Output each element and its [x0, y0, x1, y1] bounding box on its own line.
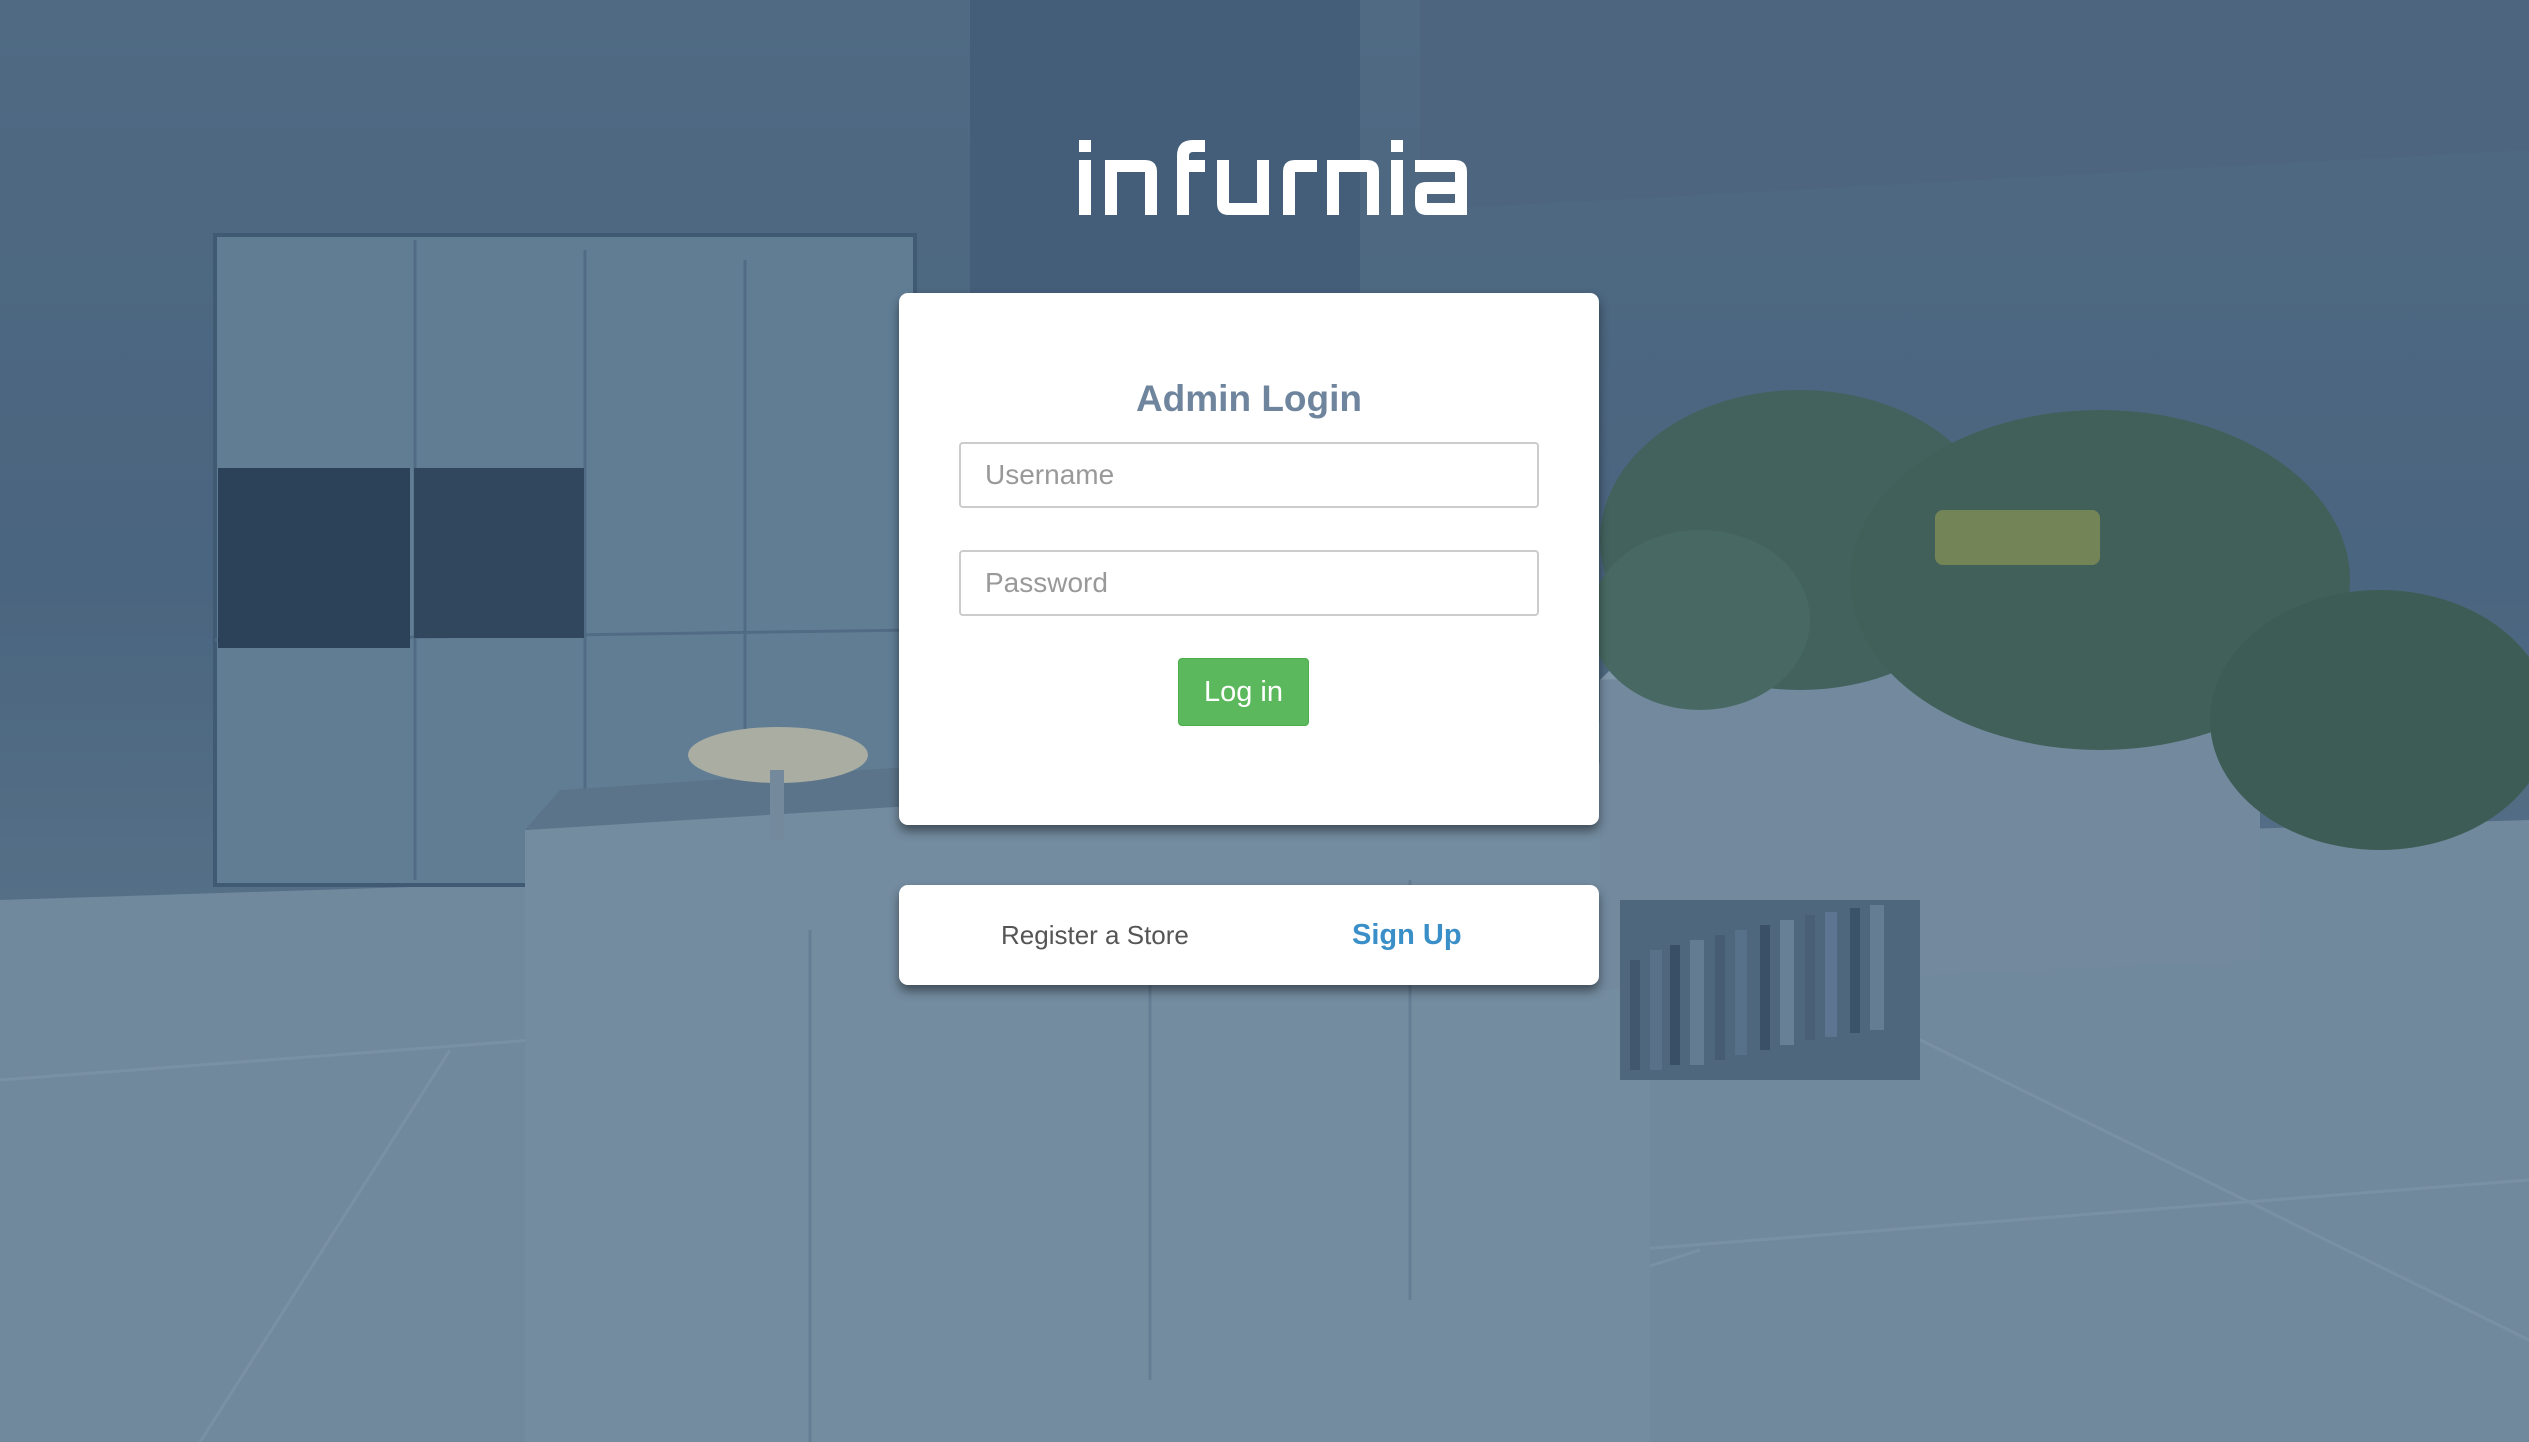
login-card: Admin Login Log in — [899, 293, 1599, 825]
login-title: Admin Login — [1135, 378, 1363, 419]
signup-link[interactable]: Sign Up — [1352, 919, 1462, 952]
infurnia-wordmark-icon — [1079, 140, 1467, 215]
signup-card: Register a Store Sign Up — [899, 885, 1599, 985]
username-input[interactable] — [959, 442, 1539, 508]
infurnia-logo — [1040, 120, 1500, 230]
login-page: Admin Login Log in Register a Store Sign… — [0, 0, 2529, 1442]
login-button[interactable]: Log in — [1178, 658, 1309, 726]
password-input[interactable] — [959, 550, 1539, 616]
register-store-text: Register a Store — [1001, 920, 1189, 950]
